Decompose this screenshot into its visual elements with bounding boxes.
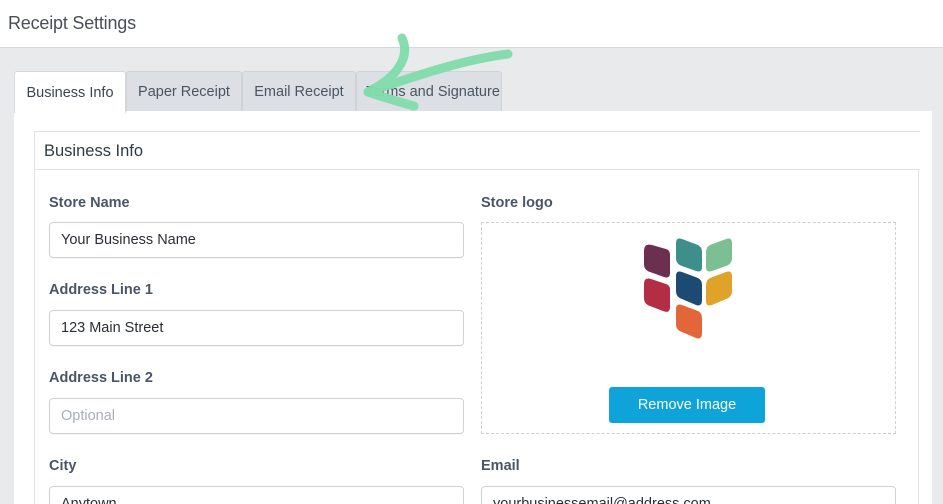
store-name-label: Store Name [49, 195, 130, 211]
tab-terms-and-signature[interactable]: Terms and Signature [356, 71, 502, 112]
email-input[interactable] [481, 486, 896, 504]
logo-dropzone[interactable]: Remove Image [481, 222, 896, 434]
address-line-2-input[interactable] [49, 398, 464, 434]
store-name-input[interactable] [49, 222, 464, 258]
tab-paper-receipt[interactable]: Paper Receipt [126, 71, 242, 112]
email-label: Email [481, 458, 520, 474]
address-line-1-label: Address Line 1 [49, 282, 153, 298]
tab-email-receipt[interactable]: Email Receipt [242, 71, 356, 112]
top-bar: Receipt Settings [0, 0, 943, 48]
city-input[interactable] [49, 486, 464, 504]
section-header: Business Info [35, 131, 920, 170]
store-logo-label: Store logo [481, 195, 553, 211]
address-line-1-input[interactable] [49, 310, 464, 346]
section-title: Business Info [44, 142, 144, 160]
store-logo-icon [644, 238, 732, 339]
tab-business-info[interactable]: Business Info [14, 71, 126, 113]
city-label: City [49, 458, 77, 474]
address-line-2-label: Address Line 2 [49, 370, 153, 386]
remove-image-button[interactable]: Remove Image [609, 387, 765, 423]
page-title: Receipt Settings [8, 13, 136, 33]
